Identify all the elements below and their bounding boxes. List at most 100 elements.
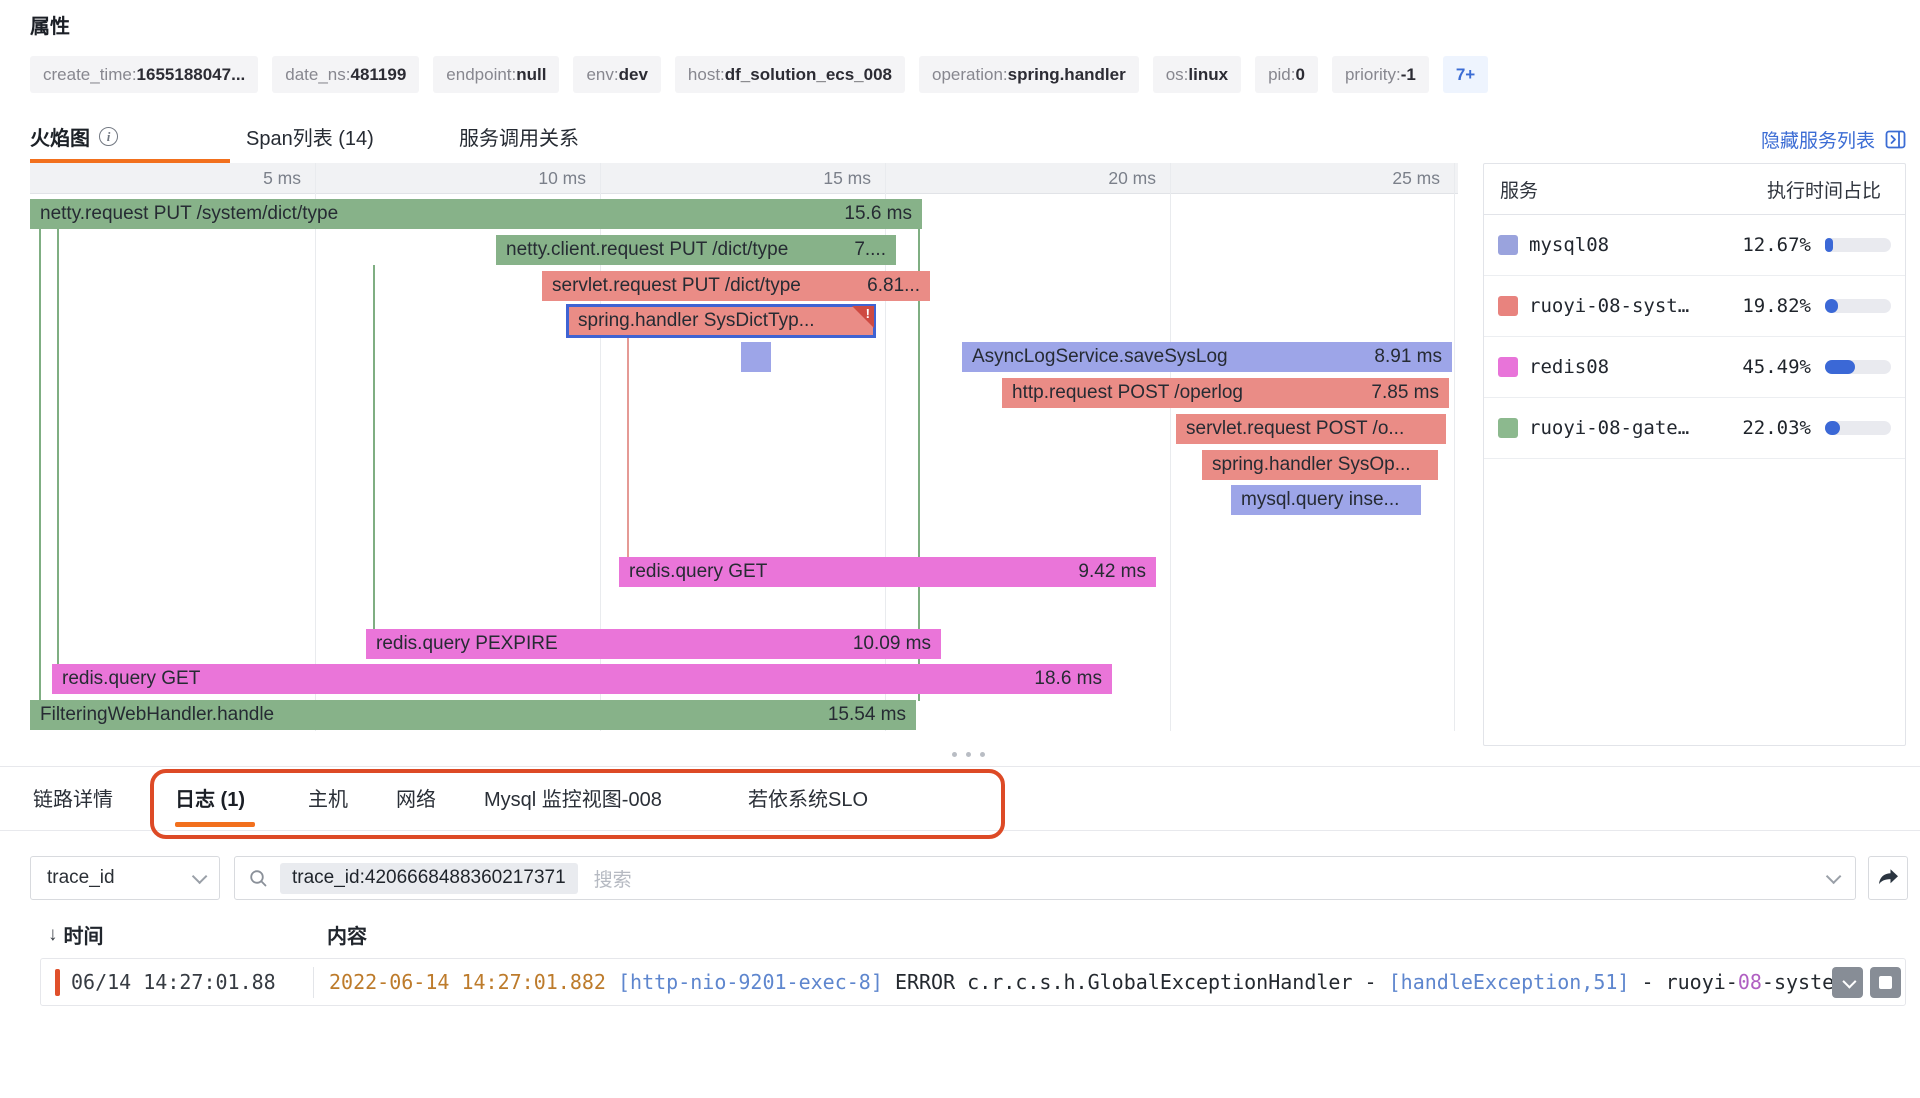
hide-services-link[interactable]: 隐藏服务列表 bbox=[1761, 126, 1906, 153]
span-duration: 18.6 ms bbox=[1034, 668, 1102, 690]
log-row[interactable]: 06/14 14:27:01.88 2022-06-14 14:27:01.88… bbox=[41, 959, 1905, 1005]
square-icon bbox=[1879, 976, 1892, 989]
span-label: netty.request PUT /system/dict/type bbox=[40, 203, 338, 225]
service-row[interactable]: mysql0812.67% bbox=[1484, 215, 1905, 276]
share-icon bbox=[1876, 867, 1900, 889]
service-color-swatch bbox=[1498, 357, 1518, 377]
span-label: redis.query PEXPIRE bbox=[376, 633, 558, 655]
span-duration: 7.... bbox=[854, 239, 886, 261]
tab-trace-detail[interactable]: 链路详情 bbox=[33, 783, 113, 812]
info-icon[interactable]: i bbox=[99, 127, 118, 146]
axis-tick-label: 20 ms bbox=[1026, 168, 1156, 189]
ratio-column-label: 执行时间占比 bbox=[1767, 176, 1881, 203]
flame-graph: 5 ms10 ms15 ms20 ms25 ms netty.request P… bbox=[30, 163, 1458, 746]
flame-span[interactable]: AsyncLogService.saveSysLog8.91 ms bbox=[962, 342, 1452, 372]
flame-span[interactable]: mysql.query inse... bbox=[1231, 485, 1421, 515]
span-duration: 9.42 ms bbox=[1078, 561, 1146, 583]
property-tag: priority:-1 bbox=[1332, 56, 1429, 93]
view-log-detail-button[interactable] bbox=[1870, 967, 1901, 998]
log-segment: ERROR c.r.c.s.h.GlobalExceptionHandler - bbox=[895, 970, 1389, 994]
services-column-label: 服务 bbox=[1500, 176, 1538, 203]
flame-span[interactable]: netty.client.request PUT /dict/type 7.... bbox=[496, 235, 896, 265]
search-field-select[interactable]: trace_id bbox=[30, 856, 220, 900]
time-ratio-bar bbox=[1825, 421, 1891, 435]
axis-gridline bbox=[315, 163, 316, 731]
span-label: servlet.request PUT /dict/type bbox=[552, 275, 801, 297]
sort-desc-icon: ↓ bbox=[48, 924, 58, 946]
span-label: servlet.request POST /o... bbox=[1186, 418, 1404, 440]
property-tag: host:df_solution_ecs_008 bbox=[675, 56, 905, 93]
tab-mysql-dashboard[interactable]: Mysql 监控视图-008 bbox=[484, 783, 662, 812]
search-input[interactable]: trace_id:4206668488360217371 搜索 bbox=[234, 856, 1856, 900]
flame-span[interactable]: spring.handler SysDictTyp...! bbox=[568, 306, 874, 336]
log-time: 06/14 14:27:01.88 bbox=[71, 970, 276, 994]
tab-service-call-graph[interactable]: 服务调用关系 bbox=[459, 122, 579, 151]
time-ratio-bar bbox=[1825, 299, 1891, 313]
log-segment: 08 bbox=[1738, 970, 1762, 994]
span-label: netty.client.request PUT /dict/type bbox=[506, 239, 788, 261]
service-row[interactable]: redis0845.49% bbox=[1484, 337, 1905, 398]
tab-host[interactable]: 主机 bbox=[308, 783, 348, 812]
flame-span[interactable]: spring.handler SysOp... bbox=[1202, 450, 1438, 480]
log-segment: -syste bbox=[1762, 970, 1834, 994]
service-color-swatch bbox=[1498, 418, 1518, 438]
service-name: mysql08 bbox=[1529, 234, 1742, 256]
service-name: ruoyi-08-syst… bbox=[1529, 295, 1742, 317]
span-connector-line bbox=[57, 229, 59, 665]
span-connector-line bbox=[39, 229, 41, 701]
error-level-bar bbox=[55, 969, 60, 996]
section-divider bbox=[0, 766, 1920, 767]
chevron-down-icon bbox=[1842, 974, 1856, 988]
log-row-actions bbox=[1832, 967, 1901, 998]
service-time-percent: 45.49% bbox=[1742, 356, 1811, 378]
axis-tick-label: 15 ms bbox=[741, 168, 871, 189]
expand-log-button[interactable] bbox=[1832, 967, 1863, 998]
span-label: FilteringWebHandler.handle bbox=[40, 704, 274, 726]
service-name: redis08 bbox=[1529, 356, 1742, 378]
flame-span[interactable] bbox=[741, 342, 771, 372]
flame-span[interactable]: redis.query PEXPIRE 10.09 ms bbox=[366, 629, 941, 659]
warning-badge: ! bbox=[852, 306, 874, 328]
panel-resize-handle[interactable] bbox=[952, 752, 985, 757]
span-duration: 6.81... bbox=[867, 275, 920, 297]
more-tags-button[interactable]: 7+ bbox=[1443, 56, 1488, 93]
flame-span[interactable]: FilteringWebHandler.handle15.54 ms bbox=[30, 700, 916, 730]
log-search-row: trace_id trace_id:4206668488360217371 搜索 bbox=[0, 856, 1920, 900]
search-filter-chip[interactable]: trace_id:4206668488360217371 bbox=[280, 863, 578, 894]
trace-detail-page: 属性 create_time:1655188047...date_ns:4811… bbox=[0, 0, 1920, 1098]
log-table: 06/14 14:27:01.88 2022-06-14 14:27:01.88… bbox=[40, 958, 1906, 1006]
tab-span-list[interactable]: Span列表 (14) bbox=[246, 122, 374, 151]
flame-span[interactable]: redis.query GET 9.42 ms bbox=[619, 557, 1156, 587]
span-label: AsyncLogService.saveSysLog bbox=[972, 346, 1228, 368]
services-panel-header: 服务 执行时间占比 bbox=[1484, 164, 1905, 215]
bottom-tabs: 链路详情 日志 (1) 主机 网络 Mysql 监控视图-008 若依系统SLO bbox=[0, 775, 1920, 831]
flame-span[interactable]: http.request POST /operlog7.85 ms bbox=[1002, 378, 1449, 408]
time-ratio-bar bbox=[1825, 360, 1891, 374]
service-time-percent: 22.03% bbox=[1742, 417, 1811, 439]
axis-tick-label: 25 ms bbox=[1310, 168, 1440, 189]
span-label: spring.handler SysOp... bbox=[1212, 454, 1411, 476]
tab-ruoyi-slo[interactable]: 若依系统SLO bbox=[748, 783, 868, 812]
flame-span[interactable]: servlet.request POST /o... bbox=[1176, 414, 1446, 444]
span-label: redis.query GET bbox=[629, 561, 767, 583]
log-table-headers: ↓ 时间 内容 bbox=[0, 918, 1920, 952]
axis-gridline bbox=[1170, 163, 1171, 731]
flame-span[interactable]: servlet.request PUT /dict/type 6.81... bbox=[542, 271, 930, 301]
tab-flame-graph[interactable]: 火焰图i bbox=[30, 122, 118, 151]
axis-tick-label: 5 ms bbox=[171, 168, 301, 189]
log-segment: [http-nio-9201-exec-8] bbox=[618, 970, 895, 994]
flame-span[interactable]: redis.query GET18.6 ms bbox=[52, 664, 1112, 694]
span-duration: 10.09 ms bbox=[853, 633, 931, 655]
span-label: spring.handler SysDictTyp... bbox=[578, 310, 815, 332]
time-ratio-bar bbox=[1825, 238, 1891, 252]
service-row[interactable]: ruoyi-08-gate…22.03% bbox=[1484, 398, 1905, 459]
tab-network[interactable]: 网络 bbox=[396, 783, 436, 812]
tab-logs[interactable]: 日志 (1) bbox=[175, 783, 245, 812]
service-row[interactable]: ruoyi-08-syst…19.82% bbox=[1484, 276, 1905, 337]
flame-span[interactable]: netty.request PUT /system/dict/type15.6 … bbox=[30, 199, 922, 229]
share-button[interactable] bbox=[1868, 856, 1908, 900]
time-column-header[interactable]: ↓ 时间 bbox=[48, 920, 104, 949]
property-tag: operation:spring.handler bbox=[919, 56, 1139, 93]
chevron-down-icon[interactable] bbox=[1826, 868, 1842, 884]
collapse-panel-icon bbox=[1885, 129, 1906, 150]
